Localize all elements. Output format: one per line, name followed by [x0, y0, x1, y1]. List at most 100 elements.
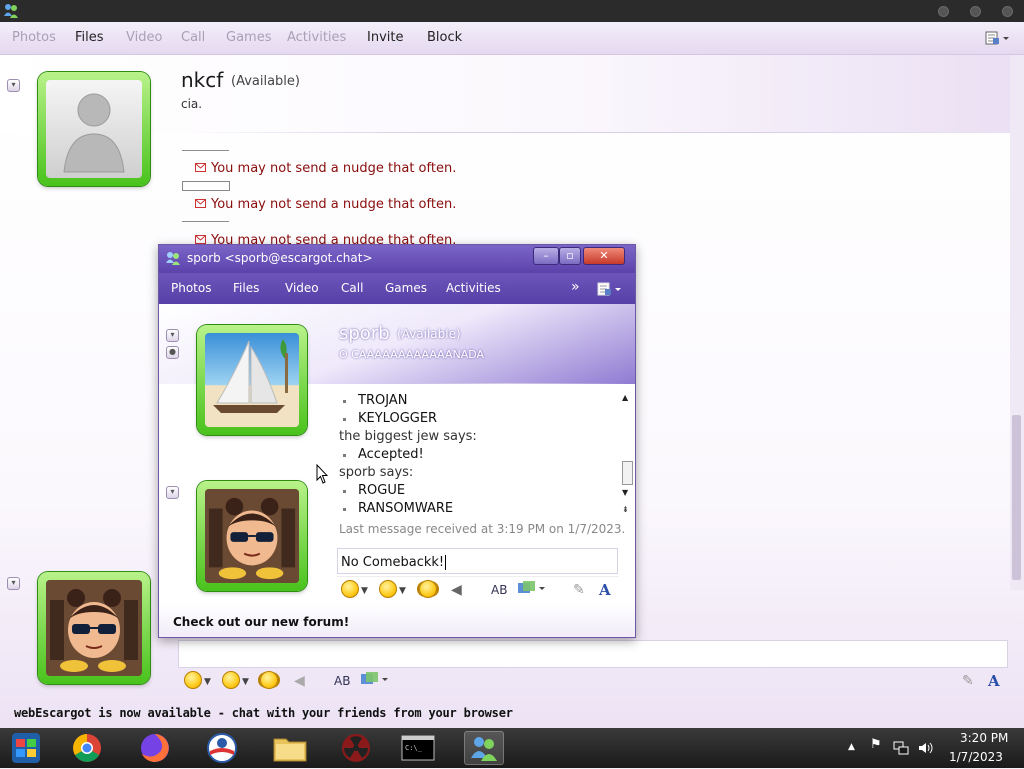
popup-title: sporb <sporb@escargot.chat> — [187, 251, 373, 265]
text-mode-button[interactable]: A — [988, 671, 1000, 691]
taskbar-radiation-app[interactable] — [336, 731, 376, 765]
text-icon: A — [599, 581, 611, 599]
popup-title-bar[interactable]: sporb <sporb@escargot.chat> – ▫ ✕ — [159, 245, 635, 273]
popup-scrollbar-thumb[interactable] — [622, 461, 633, 485]
cartoon-avatar-image — [205, 489, 299, 583]
action-center-flag-icon[interactable]: ⚑ — [870, 737, 882, 752]
wink-button[interactable]: ▼ — [222, 671, 249, 691]
background-button[interactable] — [360, 671, 388, 691]
popup-collapse-user-icon[interactable]: ▾ — [166, 486, 179, 499]
nudge-button[interactable] — [419, 580, 437, 600]
popup-menu-video[interactable]: Video — [285, 281, 319, 295]
taskbar-obama-app[interactable] — [202, 731, 242, 765]
collapse-user-pane-icon[interactable]: ▾ — [7, 577, 20, 590]
popup-menu-activities[interactable]: Activities — [446, 281, 501, 295]
chat-message: Accepted! — [339, 447, 424, 462]
taskbar-firefox[interactable] — [135, 731, 175, 765]
popup-user-avatar[interactable] — [197, 481, 307, 591]
volume-icon[interactable] — [917, 740, 933, 756]
maximize-dot[interactable] — [970, 6, 981, 17]
taskbar-file-explorer[interactable] — [270, 731, 310, 765]
main-menu-bar: Photos Files Video Call Games Activities… — [0, 22, 1024, 55]
font-button[interactable]: AB — [491, 580, 507, 600]
user-avatar[interactable] — [38, 572, 150, 684]
show-hidden-icons-button[interactable]: ▲ — [848, 742, 855, 752]
chrome-icon — [73, 734, 101, 762]
clock-time[interactable]: 3:20 PM — [960, 731, 1008, 745]
popup-contact-personal-message: O CAAAAAAAAAAAANADA — [339, 348, 485, 361]
contact-name: nkcf — [181, 68, 224, 92]
start-button[interactable] — [6, 731, 46, 765]
text-caret — [445, 555, 447, 570]
messenger-app-icon[interactable] — [2, 2, 20, 20]
background-icon — [361, 672, 388, 684]
cartoon-character-icon — [205, 489, 299, 583]
network-icon[interactable] — [893, 741, 909, 755]
menu-invite[interactable]: Invite — [367, 30, 403, 45]
collapse-contact-pane-icon[interactable]: ▾ — [7, 79, 20, 92]
options-menu-icon[interactable] — [984, 29, 1010, 47]
popup-menu-photos[interactable]: Photos — [171, 281, 211, 295]
contact-avatar[interactable] — [38, 72, 150, 186]
handwriting-button[interactable]: ✎ — [573, 580, 585, 600]
popup-format-toolbar: ▼ ▼ ◀ AB ✎ A — [337, 576, 619, 603]
taskbar-command-prompt[interactable]: C:\_ — [398, 731, 438, 765]
background-button[interactable] — [517, 580, 545, 600]
message-separator-box — [182, 181, 230, 191]
popup-conversation-scrollbar[interactable]: ▲ ▼ ⇟ — [621, 393, 633, 518]
main-message-input[interactable] — [178, 640, 1008, 668]
popup-collapse-contact-icon[interactable]: ▾ — [166, 329, 179, 342]
smiley-icon — [184, 671, 202, 689]
menu-call: Call — [181, 30, 206, 45]
emoticon-button[interactable]: ▼ — [341, 580, 368, 600]
emoticon-button[interactable]: ▼ — [184, 671, 211, 691]
popup-close-button[interactable]: ✕ — [583, 247, 625, 265]
popup-input-text: No Comebackk! — [341, 555, 445, 570]
clock-date[interactable]: 1/7/2023 — [949, 750, 1003, 764]
main-status-message[interactable]: webEscargot is now available - chat with… — [14, 706, 513, 720]
popup-menu-files[interactable]: Files — [233, 281, 259, 295]
scroll-end-icon[interactable]: ⇟ — [622, 505, 629, 514]
menu-block[interactable]: Block — [427, 30, 462, 45]
message-separator — [182, 150, 229, 151]
popup-more-button[interactable]: » — [571, 279, 580, 295]
popup-footer-ad[interactable]: Check out our new forum! — [173, 615, 349, 629]
nudge-button[interactable] — [260, 671, 278, 691]
popup-options-icon[interactable] — [596, 280, 622, 298]
minimize-dot[interactable] — [938, 6, 949, 17]
taskbar-chrome[interactable] — [67, 731, 107, 765]
scroll-up-arrow-icon[interactable]: ▲ — [622, 393, 628, 402]
main-format-toolbar: ▼ ▼ ◀ AB ✎ A — [178, 668, 1008, 694]
menu-photos: Photos — [12, 30, 56, 45]
popup-contact-avatar[interactable] — [197, 325, 307, 435]
nudge-icon — [260, 671, 278, 689]
last-message-timestamp: Last message received at 3:19 PM on 1/7/… — [339, 522, 626, 536]
wink-button[interactable]: ▼ — [379, 580, 406, 600]
messenger-icon — [471, 737, 497, 761]
popup-minimize-button[interactable]: – — [533, 247, 559, 265]
default-user-avatar — [46, 80, 142, 178]
scroll-down-arrow-icon[interactable]: ▼ — [622, 488, 628, 497]
handwriting-button[interactable]: ✎ — [962, 671, 974, 691]
taskbar-escargot-messenger[interactable] — [464, 731, 504, 765]
popup-conversation[interactable]: TROJAN KEYLOGGER the biggest jew says: A… — [339, 393, 619, 517]
main-title-bar — [0, 0, 1024, 22]
popup-message-input[interactable]: No Comebackk! — [337, 548, 618, 574]
popup-contact-card-icon[interactable]: ● — [166, 346, 179, 359]
wink-icon — [222, 671, 240, 689]
scrollbar-thumb[interactable] — [1012, 415, 1021, 580]
mouse-cursor-icon — [316, 464, 328, 484]
popup-menu-bar: Photos Files Video Call Games Activities… — [159, 273, 635, 304]
sender-line: sporb says: — [339, 465, 414, 480]
font-button[interactable]: AB — [334, 671, 350, 691]
voice-clip-button[interactable]: ◀ — [451, 580, 462, 600]
start-orb-icon — [12, 733, 40, 763]
popup-menu-call[interactable]: Call — [341, 281, 363, 295]
close-dot[interactable] — [1002, 6, 1013, 17]
font-icon: AB — [334, 674, 351, 688]
text-mode-button[interactable]: A — [599, 580, 611, 600]
popup-maximize-button[interactable]: ▫ — [559, 247, 581, 265]
voice-clip-button[interactable]: ◀ — [294, 671, 305, 691]
popup-menu-games[interactable]: Games — [385, 281, 427, 295]
menu-files[interactable]: Files — [75, 30, 104, 45]
